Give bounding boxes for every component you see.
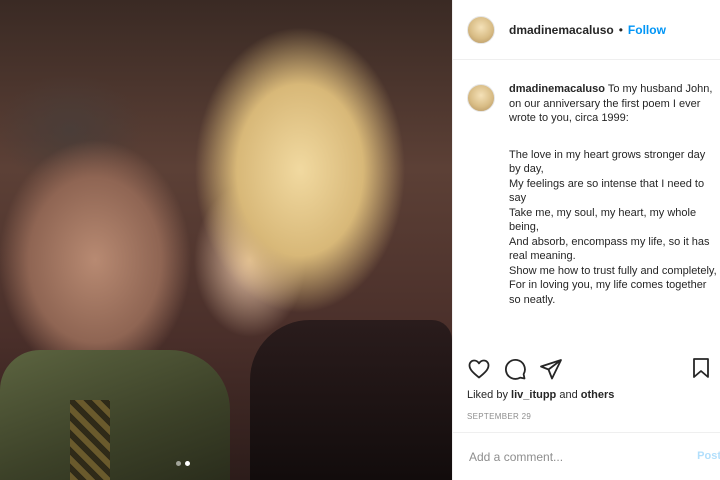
post-side-panel: dmadinemacaluso • Follow dmadinemacaluso… bbox=[452, 0, 720, 480]
poem-line: And absorb, encompass my life, so it has… bbox=[509, 235, 710, 263]
heart-icon[interactable] bbox=[467, 357, 491, 381]
photo-shirt bbox=[0, 350, 230, 480]
poem-line: For in loving you, my life comes togethe… bbox=[509, 279, 707, 306]
carousel-dot-active bbox=[185, 461, 190, 466]
poem-line: The love in my heart grows stronger day … bbox=[509, 148, 706, 176]
post-header: dmadinemacaluso • Follow bbox=[453, 0, 720, 60]
carousel-indicator bbox=[176, 461, 190, 466]
bookmark-icon[interactable] bbox=[689, 356, 713, 380]
likes-summary: Liked by liv_itupp and others bbox=[467, 389, 614, 401]
likes-prefix: Liked by bbox=[467, 389, 508, 401]
caption-poem: The love in my heart grows stronger day … bbox=[509, 148, 717, 308]
comment-input[interactable] bbox=[467, 448, 691, 465]
avatar[interactable] bbox=[467, 15, 495, 44]
caption-body: dmadinemacaluso To my husband John, on o… bbox=[509, 82, 717, 344]
header-separator: • bbox=[618, 22, 623, 37]
post-photo[interactable] bbox=[0, 0, 452, 480]
carousel-dot bbox=[176, 461, 181, 466]
photo-dress bbox=[250, 320, 452, 480]
caption-avatar[interactable] bbox=[467, 84, 495, 112]
likes-user[interactable]: liv_itupp bbox=[511, 389, 556, 401]
share-icon[interactable] bbox=[539, 357, 563, 381]
likes-others[interactable]: others bbox=[581, 389, 615, 401]
poem-line: Take me, my soul, my heart, my whole bei… bbox=[509, 206, 697, 234]
caption-username[interactable]: dmadinemacaluso bbox=[509, 83, 605, 95]
follow-button[interactable]: Follow bbox=[628, 23, 666, 37]
poem-line: Show me how to trust fully and completel… bbox=[509, 264, 717, 277]
poem-line: My feelings are so intense that I need t… bbox=[509, 177, 705, 205]
comment-icon[interactable] bbox=[503, 357, 527, 381]
header-username[interactable]: dmadinemacaluso bbox=[509, 23, 614, 37]
photo-tie bbox=[70, 400, 110, 480]
comment-bar: Post bbox=[453, 432, 720, 480]
post-caption: dmadinemacaluso To my husband John, on o… bbox=[467, 82, 717, 344]
post-actions bbox=[467, 356, 720, 382]
post-comment-button[interactable]: Post bbox=[697, 450, 720, 462]
likes-connector: and bbox=[559, 389, 578, 401]
post-date: September 29 bbox=[467, 412, 532, 421]
